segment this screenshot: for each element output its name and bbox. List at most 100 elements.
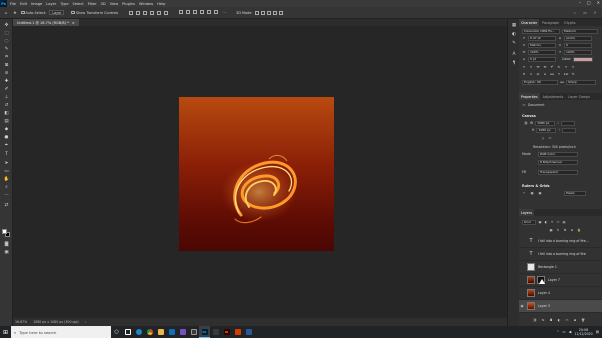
link-dimensions-icon[interactable]: ⛓: [524, 121, 528, 125]
ligatures-button[interactable]: fi: [522, 72, 526, 76]
faux-italic-button[interactable]: T: [529, 65, 533, 69]
photoshop-logo[interactable]: Ps: [0, 0, 7, 7]
anti-alias-select[interactable]: Sharp: [566, 80, 596, 85]
windows-start-icon[interactable]: ⊞: [0, 326, 11, 338]
filter-shape-icon[interactable]: ▭: [556, 220, 560, 224]
align-top-icon[interactable]: [129, 10, 134, 15]
ordinals-st-button[interactable]: 1st: [564, 72, 569, 76]
menu-3d[interactable]: 3D: [101, 2, 106, 6]
layer-row[interactable]: Rectangle 1: [519, 261, 602, 274]
subscript-button[interactable]: T₁: [557, 65, 561, 69]
menu-image[interactable]: Image: [31, 2, 42, 6]
baseline-shift-field[interactable]: 0 pt: [528, 57, 556, 62]
faux-bold-button[interactable]: T: [522, 65, 526, 69]
kerning-field[interactable]: Metrics: [528, 43, 556, 48]
tab-glyphs[interactable]: Glyphs: [562, 19, 577, 26]
canvas-x-field[interactable]: [561, 121, 576, 126]
show-transform-checkbox[interactable]: [71, 10, 75, 15]
pinned-app-icon[interactable]: [210, 326, 221, 338]
photoshop-taskbar-icon[interactable]: Ps: [199, 326, 210, 338]
quick-mask-icon[interactable]: ◙: [3, 241, 10, 247]
auto-select-dropdown[interactable]: Layer: [49, 10, 65, 15]
distribute-middle-icon[interactable]: [186, 9, 191, 14]
hand-tool-icon[interactable]: ✋: [3, 176, 10, 182]
fill-select[interactable]: Transparent: [538, 170, 578, 175]
type-tool-icon[interactable]: T: [3, 151, 10, 157]
distribute-top-icon[interactable]: [179, 9, 184, 14]
distribute-center-icon[interactable]: [207, 9, 212, 14]
small-caps-button[interactable]: Tt: [543, 65, 547, 69]
menu-select[interactable]: Select: [73, 2, 84, 6]
font-style-select[interactable]: Medium: [562, 29, 598, 34]
landscape-orientation-icon[interactable]: ▭: [548, 136, 552, 140]
delete-layer-icon[interactable]: 🗑: [581, 318, 585, 322]
menu-view[interactable]: View: [110, 2, 119, 6]
illustrator-taskbar-icon[interactable]: Ai: [221, 326, 232, 338]
canvas-y-field[interactable]: [562, 128, 577, 133]
volume-icon[interactable]: ◀: [569, 330, 572, 334]
notifications-icon[interactable]: ▤: [596, 330, 599, 334]
align-center-icon[interactable]: [157, 10, 162, 15]
frame-tool-icon[interactable]: ⊠: [3, 62, 10, 68]
marquee-tool-icon[interactable]: ⬚: [3, 30, 10, 36]
3d-roll-icon[interactable]: [261, 10, 266, 15]
pinned-app-icon[interactable]: [232, 326, 243, 338]
quick-select-tool-icon[interactable]: ✎: [3, 46, 10, 52]
search-icon[interactable]: ⌕: [572, 10, 578, 16]
3d-scale-icon[interactable]: [279, 10, 284, 15]
canvas-height-field[interactable]: 1080 px: [536, 128, 557, 133]
move-tool-icon[interactable]: ✥: [12, 10, 18, 16]
chrome-browser-icon[interactable]: [144, 326, 155, 338]
tab-paragraph[interactable]: Paragraph: [540, 19, 561, 26]
underline-button[interactable]: T: [564, 65, 568, 69]
lock-move-icon[interactable]: ✥: [563, 228, 567, 232]
foreground-color-swatch[interactable]: [2, 229, 7, 234]
minimize-button[interactable]: –: [579, 0, 581, 5]
layer-row[interactable]: T I fell into a burning ring of fire: [519, 248, 602, 261]
pinned-app-icon[interactable]: [188, 326, 199, 338]
layer-style-icon[interactable]: fx: [541, 318, 545, 322]
titling-button[interactable]: aa: [550, 72, 554, 76]
tab-layer-comps[interactable]: Layer Comps: [566, 93, 592, 100]
ruler-icon[interactable]: ⌐: [522, 191, 526, 195]
brush-tool-icon[interactable]: ✐: [3, 86, 10, 92]
distribute-left-icon[interactable]: [200, 9, 205, 14]
path-select-tool-icon[interactable]: ➤: [3, 160, 10, 166]
edge-browser-icon[interactable]: [133, 326, 144, 338]
more-options-icon[interactable]: ···: [221, 10, 227, 16]
filter-pixel-icon[interactable]: ▣: [538, 220, 542, 224]
file-explorer-icon[interactable]: [155, 326, 166, 338]
status-more-icon[interactable]: ›: [85, 320, 86, 324]
close-tab-icon[interactable]: ×: [72, 21, 75, 25]
horizontal-scale-field[interactable]: 100%: [564, 50, 592, 55]
distribute-bottom-icon[interactable]: [193, 9, 198, 14]
tracking-field[interactable]: 0: [564, 43, 592, 48]
menu-edit[interactable]: Edit: [20, 2, 27, 6]
filter-adjust-icon[interactable]: ◐: [544, 220, 548, 224]
close-button[interactable]: ✕: [597, 0, 600, 5]
move-tool-icon[interactable]: ✥: [3, 22, 10, 28]
link-layers-icon[interactable]: ⛓: [533, 318, 537, 322]
more-tools-icon[interactable]: ···: [3, 192, 10, 198]
lock-all-icon[interactable]: 🔒: [577, 228, 581, 232]
rectangle-tool-icon[interactable]: ▭: [3, 168, 10, 174]
lock-pixels-icon[interactable]: ▦: [549, 228, 553, 232]
show-transform-option[interactable]: Show Transform Controls: [71, 11, 118, 15]
3d-pan-icon[interactable]: [267, 10, 272, 15]
language-select[interactable]: English: UK: [522, 80, 558, 85]
network-icon[interactable]: ▭: [562, 330, 565, 334]
new-layer-icon[interactable]: ⊞: [573, 318, 577, 322]
menu-help[interactable]: Help: [157, 2, 165, 6]
zoom-level[interactable]: 16.67%: [15, 320, 27, 324]
vertical-scale-field[interactable]: 100%: [528, 50, 556, 55]
fractions-button[interactable]: T: [557, 72, 561, 76]
3d-slide-icon[interactable]: [273, 10, 278, 15]
history-brush-tool-icon[interactable]: ↺: [3, 102, 10, 108]
home-icon[interactable]: ⌂: [3, 10, 9, 16]
pen-tool-icon[interactable]: ✒: [3, 142, 10, 148]
menu-window[interactable]: Window: [139, 2, 153, 6]
screen-mode-icon[interactable]: ▣: [3, 249, 10, 255]
font-size-field[interactable]: 6.47 pt: [528, 36, 556, 41]
lock-artboard-icon[interactable]: ⊡: [570, 228, 574, 232]
maximize-button[interactable]: □: [587, 0, 591, 5]
